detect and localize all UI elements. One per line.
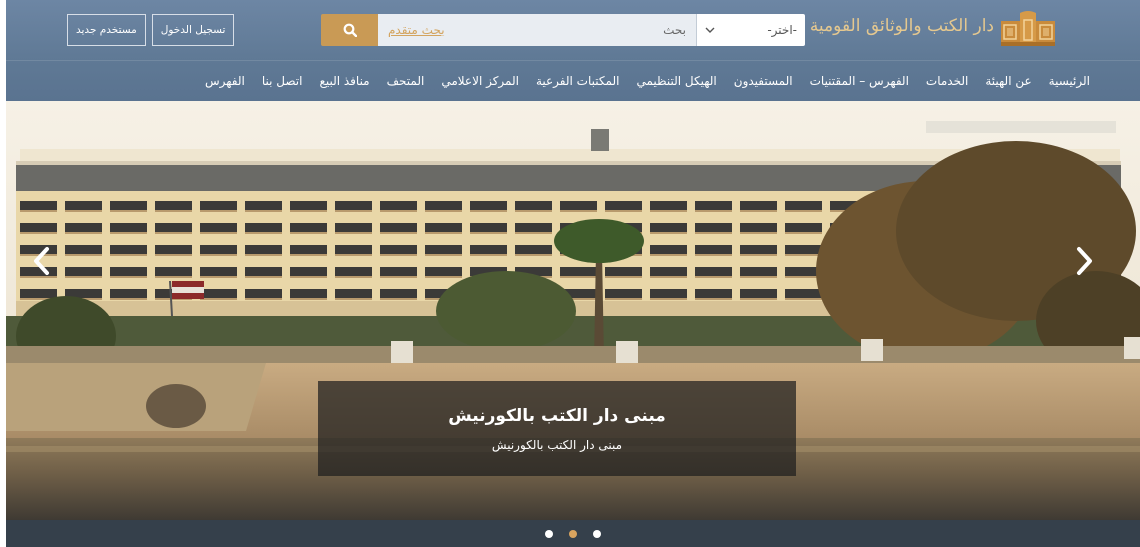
hero-slider: مبنى دار الكتب بالكورنيش مبنى دار الكتب … (6, 101, 1140, 520)
search-icon (343, 23, 357, 37)
building-emblem-icon (1001, 11, 1055, 46)
main-nav: الرئيسية عن الهيئة الخدمات الفهرس – المق… (6, 63, 1140, 99)
search-category-select[interactable]: -اختر- (697, 14, 805, 46)
carousel-dot[interactable] (569, 529, 577, 538)
search-category-value: -اختر- (767, 23, 797, 37)
slide-caption: مبنى دار الكتب بالكورنيش مبنى دار الكتب … (318, 381, 796, 476)
nav-item-media-center[interactable]: المركز الاعلامي (441, 74, 519, 88)
carousel-dot[interactable] (545, 529, 553, 538)
auth-buttons: مستخدم جديد تسجيل الدخول (67, 14, 235, 46)
next-slide-button[interactable] (1070, 241, 1100, 281)
nav-item-home[interactable]: الرئيسية (1049, 74, 1090, 88)
advanced-search-link[interactable]: بحث متقدم (388, 23, 445, 37)
nav-item-catalog-holdings[interactable]: الفهرس – المقتنيات (810, 74, 909, 88)
carousel-indicators (6, 520, 1140, 547)
nav-item-index[interactable]: الفهرس (205, 74, 245, 88)
search-button[interactable] (321, 14, 378, 46)
nav-item-beneficiaries[interactable]: المستفيدون (734, 74, 793, 88)
logo-text: دار الكتب والوثائق القومية (809, 16, 995, 36)
page-frame: دار الكتب والوثائق القومية بحث متقدم بحث… (6, 0, 1140, 547)
chevron-right-icon (1077, 247, 1092, 275)
previous-slide-button[interactable] (26, 241, 56, 281)
nav-item-org-structure[interactable]: الهيكل التنظيمي (636, 74, 716, 88)
nav-item-sales-outlets[interactable]: منافذ البيع (319, 74, 369, 88)
search-input[interactable]: بحث متقدم بحث (378, 14, 696, 46)
site-logo[interactable]: دار الكتب والوثائق القومية (809, 10, 1056, 48)
site-header: دار الكتب والوثائق القومية بحث متقدم بحث… (6, 0, 1140, 101)
nav-item-museum[interactable]: المتحف (387, 74, 425, 88)
new-user-button[interactable]: مستخدم جديد (67, 14, 146, 46)
nav-item-about[interactable]: عن الهيئة (985, 74, 1031, 88)
chevron-down-icon (705, 27, 715, 33)
search-bar: بحث متقدم بحث -اختر- (321, 14, 805, 46)
nav-item-services[interactable]: الخدمات (926, 74, 968, 88)
slide-caption-title: مبنى دار الكتب بالكورنيش (448, 405, 666, 426)
header-divider (6, 60, 1140, 61)
nav-item-branch-libraries[interactable]: المكتبات الفرعية (536, 74, 619, 88)
slide-caption-subtitle: مبنى دار الكتب بالكورنيش (491, 437, 623, 452)
search-placeholder: بحث (663, 23, 686, 37)
chevron-left-icon (34, 247, 49, 275)
nav-item-contact[interactable]: اتصل بنا (262, 74, 303, 88)
carousel-dot[interactable] (593, 529, 601, 538)
login-button[interactable]: تسجيل الدخول (151, 14, 235, 46)
